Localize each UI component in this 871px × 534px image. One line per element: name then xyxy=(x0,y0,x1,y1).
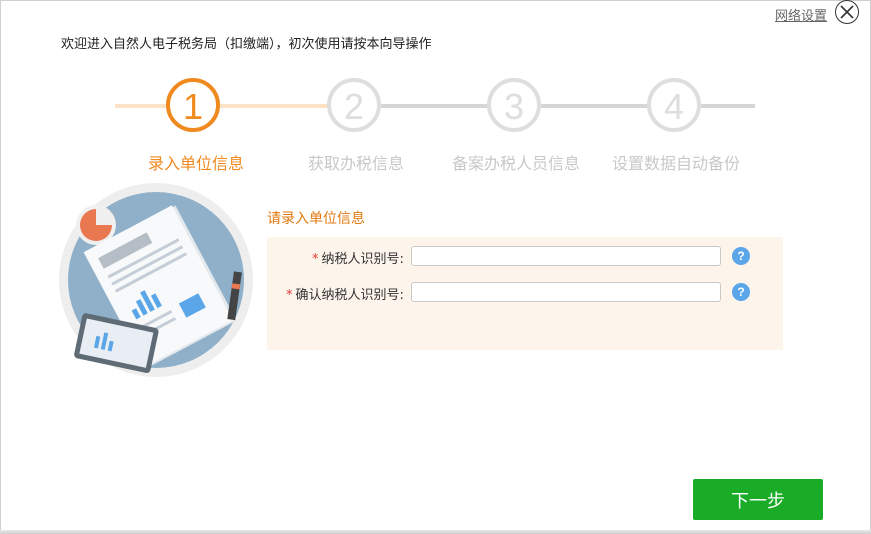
step-1-label: 录入单位信息 xyxy=(148,154,245,173)
step-line-1-2 xyxy=(220,104,332,108)
taxpayer-id-input[interactable] xyxy=(411,246,721,266)
step-2-label: 获取办税信息 xyxy=(308,154,405,173)
step-3-label: 备案办税人员信息 xyxy=(452,154,581,173)
step-3-circle: 3 xyxy=(487,78,541,132)
step-1-circle: 1 xyxy=(166,78,220,132)
close-icon xyxy=(840,5,854,19)
taxpayer-id-label: * 纳税人识别号: xyxy=(312,248,404,267)
taxpayer-id-label-text: 纳税人识别号: xyxy=(321,252,404,267)
form-title: 请录入单位信息 xyxy=(267,211,365,227)
step-line-3-4 xyxy=(540,104,652,108)
step-2-circle: 2 xyxy=(327,78,381,132)
step-4-label: 设置数据自动备份 xyxy=(612,154,741,173)
close-button[interactable] xyxy=(835,0,859,24)
required-mark: * xyxy=(286,288,293,303)
step-line-4-right xyxy=(700,104,755,108)
required-mark: * xyxy=(312,252,319,267)
step-line-2-3 xyxy=(380,104,492,108)
confirm-taxpayer-id-label-text: 确认纳税人识别号: xyxy=(295,288,404,303)
confirm-taxpayer-id-input[interactable] xyxy=(411,282,721,302)
network-settings-link[interactable]: 网络设置 xyxy=(775,5,827,24)
help-icon[interactable]: ? xyxy=(732,283,750,301)
window-bottom-edge xyxy=(0,530,871,534)
confirm-taxpayer-id-label: * 确认纳税人识别号: xyxy=(286,284,404,303)
next-step-button[interactable]: 下一步 xyxy=(693,479,823,520)
welcome-text: 欢迎进入自然人电子税务局（扣缴端），初次使用请按本向导操作 xyxy=(61,37,432,52)
step-4-circle: 4 xyxy=(647,78,701,132)
help-icon[interactable]: ? xyxy=(732,247,750,265)
document-illustration xyxy=(59,183,253,377)
